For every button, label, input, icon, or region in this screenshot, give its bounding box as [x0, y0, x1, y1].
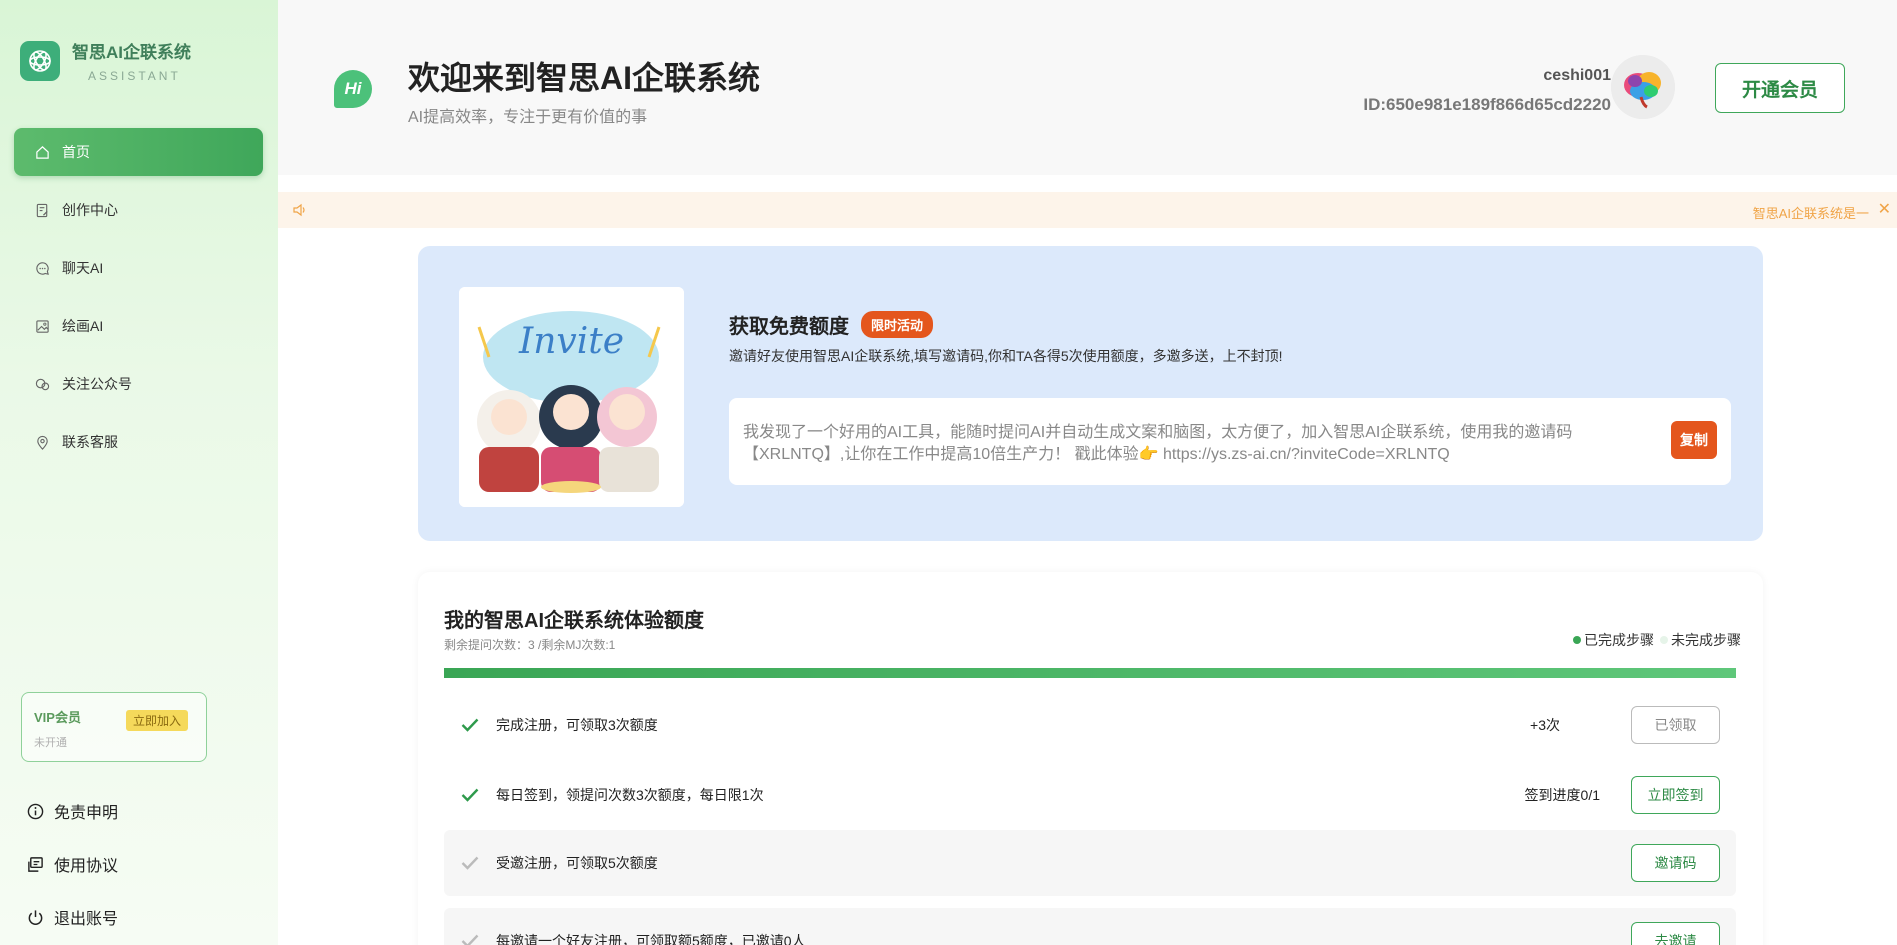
check-icon — [460, 934, 480, 945]
notice-bar: 智思AI企联系统是一 ✕ — [278, 192, 1897, 228]
sign-in-button[interactable]: 立即签到 — [1631, 776, 1720, 814]
disclaimer-link[interactable]: 免责申明 — [26, 800, 118, 822]
agreement-icon — [26, 855, 44, 873]
go-invite-button[interactable]: 去邀请 — [1631, 922, 1720, 945]
quota-card: 我的智思AI企联系统体验额度 剩余提问次数：3 /剩余MJ次数:1 已完成步骤 … — [418, 572, 1763, 945]
brand-subtitle: ASSISTANT — [88, 69, 181, 83]
invite-description: 邀请好友使用智思AI企联系统,填写邀请码,你和TA各得5次使用额度，多邀多送，上… — [729, 348, 1283, 364]
disclaimer-label: 免责申明 — [54, 805, 119, 822]
invite-image-text: Invite — [518, 321, 625, 362]
legend-todo-dot — [1660, 636, 1668, 644]
invite-card: Invite 获取免费额度 限时活动 邀请好友使用智思AI企联系统,填写邀请码,… — [418, 246, 1763, 541]
task-row: 受邀注册，可领取5次额度 邀请码 — [444, 830, 1736, 896]
speaker-icon — [292, 202, 308, 223]
agreement-link[interactable]: 使用协议 — [26, 853, 118, 875]
close-icon[interactable]: ✕ — [1878, 199, 1891, 219]
open-vip-button[interactable]: 开通会员 — [1715, 63, 1845, 113]
image-icon — [34, 318, 50, 334]
sidebar-item-creation[interactable]: 创作中心 — [14, 186, 263, 234]
invite-share-text: 我发现了一个好用的AI工具，能随时提问AI并自动生成文案和脑图，太方便了，加入智… — [743, 424, 1573, 463]
user-info: ceshi001 ID:650e981e189f866d65cd2220 — [1363, 67, 1611, 115]
sidebar-item-label: 首页 — [62, 144, 90, 160]
page-title: 欢迎来到智思AI企联系统 — [408, 60, 761, 96]
invite-illustration: Invite — [459, 287, 684, 507]
task-label: 受邀注册，可领取5次额度 — [496, 855, 658, 871]
task-label: 每日签到，领提问次数3次额度，每日限1次 — [496, 787, 764, 803]
copy-button[interactable]: 复制 — [1671, 421, 1717, 459]
check-icon — [460, 856, 480, 870]
logout-label: 退出账号 — [54, 911, 119, 928]
task-meta: +3次 — [1530, 717, 1560, 733]
user-id: ID:650e981e189f866d65cd2220 — [1363, 95, 1611, 114]
invite-share-box: 我发现了一个好用的AI工具，能随时提问AI并自动生成文案和脑图，太方便了，加入智… — [729, 398, 1731, 485]
sidebar-nav: 首页 创作中心 聊天AI 绘画AI 关注公众号 联系客服 — [14, 128, 263, 476]
task-row: 完成注册，可领取3次额度 +3次 已领取 — [444, 692, 1736, 758]
limited-tag: 限时活动 — [861, 311, 934, 338]
sidebar-item-home[interactable]: 首页 — [14, 128, 263, 176]
power-icon — [26, 908, 44, 926]
bottom-links: 免责申明 使用协议 退出账号 — [26, 800, 118, 945]
check-icon — [460, 718, 480, 732]
chat-icon — [34, 260, 50, 276]
sidebar-item-label: 关注公众号 — [62, 376, 132, 392]
brand-logo-icon — [20, 40, 60, 81]
task-row: 每邀请一个好友注册，可领取额5额度，已邀请0人 去邀请 — [444, 908, 1736, 945]
legend-done-dot — [1573, 636, 1581, 644]
hi-badge-icon: Hi — [334, 70, 372, 108]
location-pin-icon — [34, 434, 50, 450]
sidebar-item-label: 联系客服 — [62, 434, 118, 450]
legend-done: 已完成步骤 — [1584, 632, 1654, 648]
claimed-button[interactable]: 已领取 — [1631, 706, 1720, 744]
header: Hi 欢迎来到智思AI企联系统 AI提高效率，专注于更有价值的事 ceshi00… — [278, 0, 1897, 175]
invite-title: 获取免费额度 限时活动 — [729, 310, 934, 339]
vip-join-button[interactable]: 立即加入 — [125, 710, 188, 731]
brand-title: 智思AI企联系统 — [72, 43, 191, 62]
sidebar-item-label: 创作中心 — [62, 202, 118, 218]
page-subtitle: AI提高效率，专注于更有价值的事 — [408, 109, 648, 126]
sidebar-item-follow[interactable]: 关注公众号 — [14, 360, 263, 408]
vip-status: 未开通 — [34, 737, 67, 749]
sidebar-item-contact[interactable]: 联系客服 — [14, 418, 263, 466]
task-label: 完成注册，可领取3次额度 — [496, 717, 658, 733]
invite-title-text: 获取免费额度 — [729, 316, 849, 338]
sidebar-item-chat-ai[interactable]: 聊天AI — [14, 244, 263, 292]
quota-remaining: 剩余提问次数：3 /剩余MJ次数:1 — [444, 638, 616, 652]
info-icon — [26, 802, 44, 820]
task-row: 每日签到，领提问次数3次额度，每日限1次 签到进度0/1 立即签到 — [444, 762, 1736, 828]
username: ceshi001 — [1543, 67, 1611, 84]
progress-bar — [444, 668, 1736, 678]
notice-text: 智思AI企联系统是一 — [1752, 206, 1869, 221]
agreement-label: 使用协议 — [54, 858, 119, 875]
sidebar-item-draw-ai[interactable]: 绘画AI — [14, 302, 263, 350]
logout-link[interactable]: 退出账号 — [26, 906, 118, 928]
quota-title: 我的智思AI企联系统体验额度 — [444, 610, 704, 632]
sidebar-item-label: 聊天AI — [62, 260, 104, 276]
progress-bar-fill — [444, 668, 1736, 678]
edit-doc-icon — [34, 202, 50, 218]
legend-todo: 未完成步骤 — [1671, 632, 1741, 648]
sidebar-item-label: 绘画AI — [62, 318, 104, 334]
task-meta: 签到进度0/1 — [1524, 787, 1600, 803]
avatar[interactable] — [1611, 55, 1675, 119]
invite-code-button[interactable]: 邀请码 — [1631, 844, 1720, 882]
vip-card[interactable]: VIP会员 立即加入 未开通 — [21, 692, 207, 762]
brand[interactable]: 智思AI企联系统 ASSISTANT — [20, 38, 191, 83]
sidebar: 智思AI企联系统 ASSISTANT 首页 创作中心 聊天AI 绘画AI 关注公… — [0, 0, 278, 945]
home-icon — [34, 144, 50, 160]
progress-legend: 已完成步骤 未完成步骤 — [1573, 630, 1741, 650]
task-label: 每邀请一个好友注册，可领取额5额度，已邀请0人 — [496, 933, 806, 945]
follow-icon — [34, 376, 50, 392]
check-icon — [460, 788, 480, 802]
